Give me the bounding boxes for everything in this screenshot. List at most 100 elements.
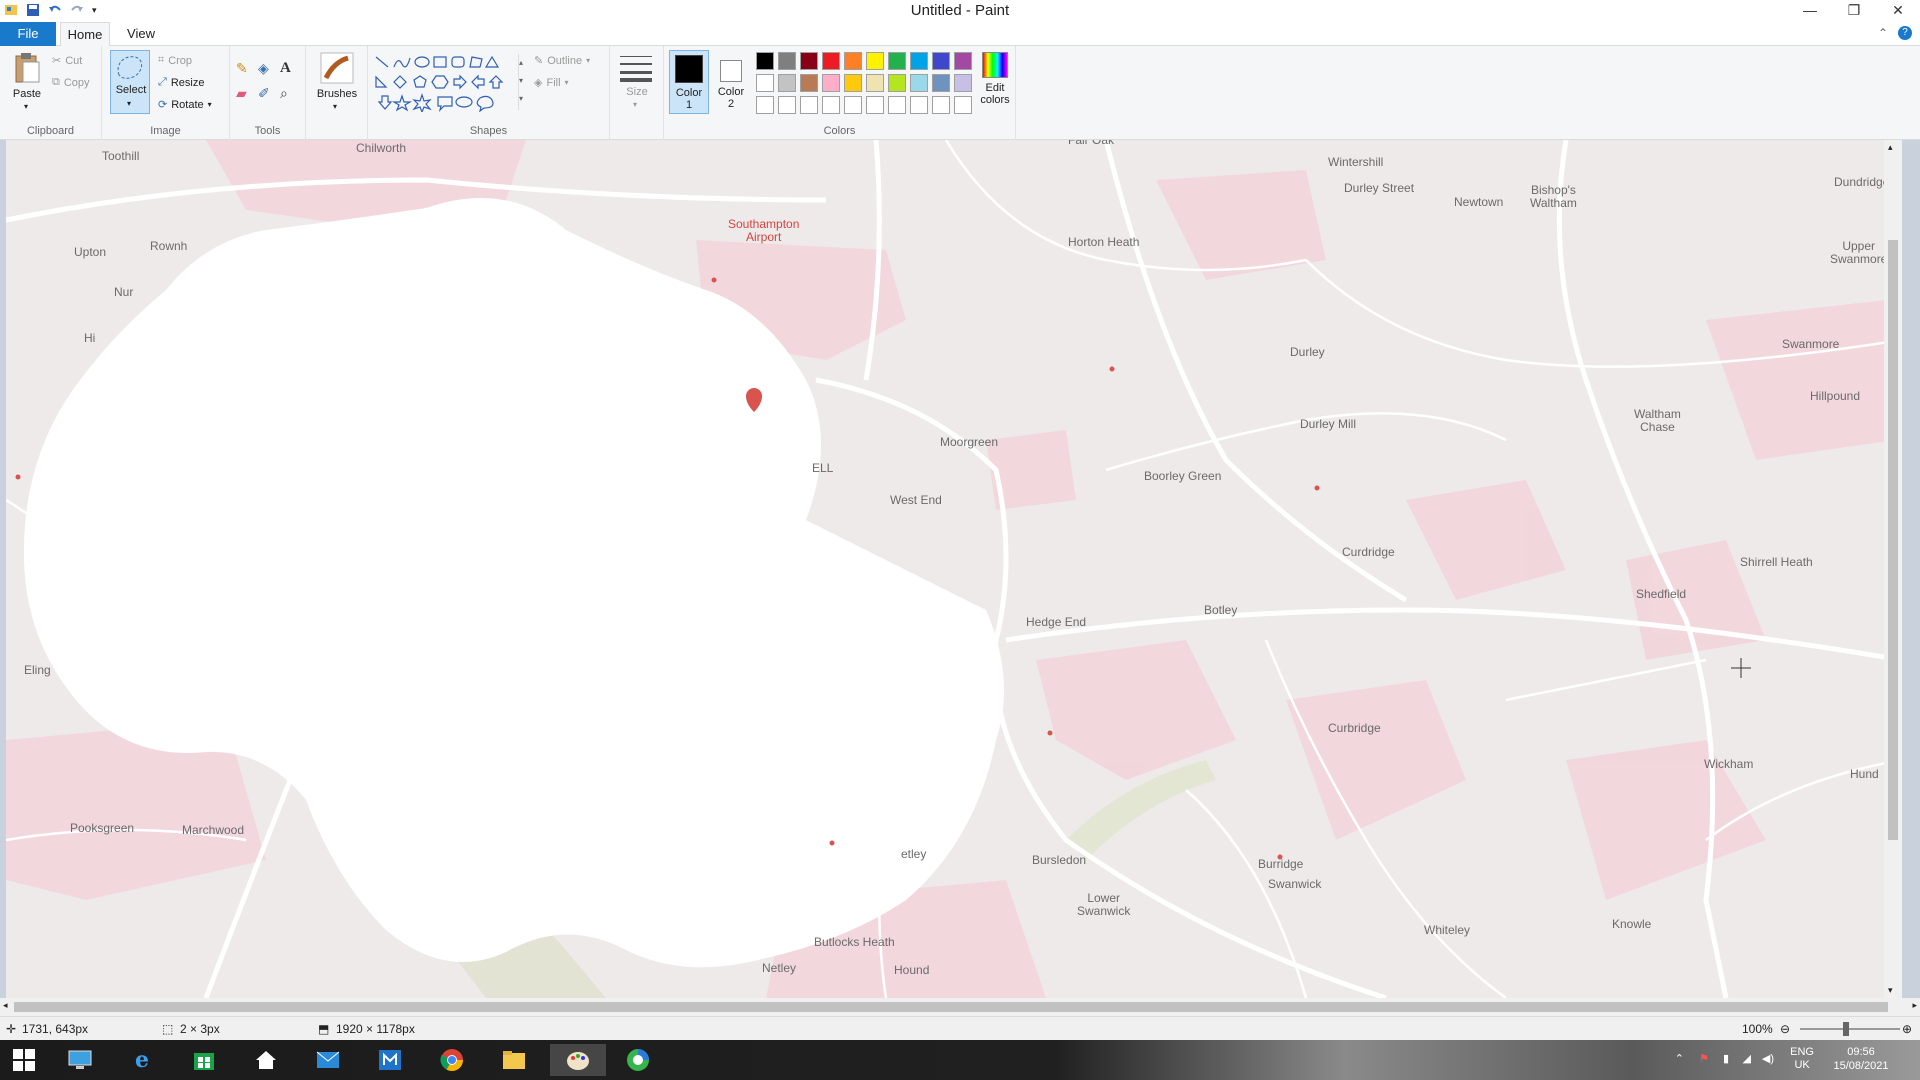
palette-swatch[interactable] bbox=[756, 74, 774, 92]
palette-swatch[interactable] bbox=[910, 96, 928, 114]
restore-button[interactable]: ❐ bbox=[1832, 0, 1876, 22]
palette-swatch[interactable] bbox=[932, 74, 950, 92]
scroll-up-icon[interactable]: ▴ bbox=[1888, 142, 1893, 153]
map-canvas[interactable]: Southampton Airport Toothill Chilworth Fai… bbox=[6, 140, 1902, 998]
scroll-left-icon[interactable]: ◂ bbox=[3, 1000, 8, 1011]
cut-button[interactable]: ✂ Cut bbox=[52, 54, 82, 68]
crop-button[interactable]: ⌗ Crop bbox=[158, 54, 192, 67]
tab-home[interactable]: Home bbox=[60, 22, 110, 47]
color2-button[interactable]: Color 2 bbox=[712, 50, 752, 114]
palette-swatch[interactable] bbox=[822, 74, 840, 92]
palette-swatch[interactable] bbox=[822, 96, 840, 114]
collapse-ribbon-icon[interactable]: ⌃ bbox=[1878, 26, 1888, 40]
home-icon[interactable] bbox=[246, 1044, 286, 1076]
palette-swatch[interactable] bbox=[954, 96, 972, 114]
this-pc-icon[interactable] bbox=[60, 1044, 100, 1076]
palette-swatch[interactable] bbox=[866, 52, 884, 70]
shapes-gallery[interactable] bbox=[372, 54, 522, 114]
paste-button[interactable]: Paste ▾ bbox=[10, 52, 44, 112]
crosshair-cursor-icon bbox=[1731, 658, 1751, 678]
palette-swatch[interactable] bbox=[756, 52, 774, 70]
palette-swatch[interactable] bbox=[756, 96, 774, 114]
volume-icon[interactable]: ◀) bbox=[1762, 1052, 1774, 1065]
clock-time[interactable]: 09:56 bbox=[1826, 1046, 1896, 1058]
vertical-scrollbar[interactable]: ▴ ▾ bbox=[1884, 140, 1902, 998]
text-icon[interactable]: A bbox=[280, 60, 302, 77]
help-icon[interactable]: ? bbox=[1898, 26, 1912, 40]
edit-colors-button[interactable]: Edit colors bbox=[974, 52, 1014, 116]
palette-swatch[interactable] bbox=[888, 74, 906, 92]
canvas-area[interactable]: Southampton Airport Toothill Chilworth Fai… bbox=[0, 140, 1920, 998]
palette-swatch[interactable] bbox=[910, 74, 928, 92]
wifi-icon[interactable]: ◢ bbox=[1743, 1052, 1751, 1065]
outline-button[interactable]: ✎ Outline ▾ bbox=[534, 54, 590, 68]
zoom-out-icon[interactable]: ⊖ bbox=[1780, 1022, 1790, 1036]
fill-icon[interactable]: ◈ bbox=[258, 60, 280, 77]
brushes-button[interactable]: Brushes ▾ bbox=[314, 52, 360, 112]
fill-button[interactable]: ◈ Fill ▾ bbox=[534, 76, 569, 90]
palette-swatch[interactable] bbox=[778, 52, 796, 70]
tab-file[interactable]: File bbox=[0, 22, 56, 46]
store-icon[interactable] bbox=[184, 1044, 224, 1076]
zoom-slider-thumb[interactable] bbox=[1843, 1022, 1849, 1036]
palette-swatch[interactable] bbox=[954, 74, 972, 92]
close-button[interactable]: ✕ bbox=[1876, 0, 1920, 22]
minimize-button[interactable]: — bbox=[1788, 0, 1832, 22]
palette-swatch[interactable] bbox=[866, 74, 884, 92]
select-button[interactable]: Select ▾ bbox=[110, 50, 150, 114]
scroll-down-icon[interactable]: ▾ bbox=[1888, 985, 1893, 996]
show-desktop-button[interactable] bbox=[1908, 1044, 1914, 1076]
mail-icon[interactable] bbox=[308, 1044, 348, 1076]
map-place-label: Eling bbox=[24, 663, 51, 677]
palette-swatch[interactable] bbox=[800, 96, 818, 114]
palette-swatch[interactable] bbox=[932, 52, 950, 70]
remote-desktop-icon[interactable] bbox=[370, 1044, 410, 1076]
palette-swatch[interactable] bbox=[888, 52, 906, 70]
network-warning-icon[interactable]: ⚑ bbox=[1699, 1052, 1709, 1065]
map-place-label: Knowle bbox=[1612, 917, 1652, 931]
battery-icon[interactable]: ▮ bbox=[1723, 1052, 1729, 1065]
size-button[interactable]: Size ▾ bbox=[620, 54, 654, 110]
clock-date[interactable]: 15/08/2021 bbox=[1826, 1060, 1896, 1072]
palette-swatch[interactable] bbox=[778, 74, 796, 92]
pencil-icon[interactable]: ✎ bbox=[236, 60, 258, 77]
palette-swatch[interactable] bbox=[800, 74, 818, 92]
map-place-label: Hi bbox=[84, 331, 96, 345]
copy-button[interactable]: ⧉ Copy bbox=[52, 76, 90, 89]
palette-swatch[interactable] bbox=[888, 96, 906, 114]
color-picker-icon[interactable]: ✐ bbox=[258, 85, 280, 102]
vertical-scroll-thumb[interactable] bbox=[1888, 240, 1898, 840]
map-place-label: Waltham Chase bbox=[1634, 407, 1681, 434]
language-indicator[interactable]: ENG UK bbox=[1790, 1046, 1814, 1072]
tab-view[interactable]: View bbox=[120, 22, 162, 46]
palette-swatch[interactable] bbox=[800, 52, 818, 70]
palette-swatch[interactable] bbox=[866, 96, 884, 114]
paint-icon[interactable] bbox=[550, 1044, 606, 1076]
palette-swatch[interactable] bbox=[844, 96, 862, 114]
palette-swatch[interactable] bbox=[844, 74, 862, 92]
palette-swatch[interactable] bbox=[932, 96, 950, 114]
edge-icon[interactable] bbox=[618, 1044, 658, 1076]
zoom-in-icon[interactable]: ⊕ bbox=[1902, 1022, 1912, 1036]
chrome-icon[interactable] bbox=[432, 1044, 472, 1076]
horizontal-scroll-thumb[interactable] bbox=[14, 1002, 1888, 1012]
map-place-label: Bishop's Waltham bbox=[1530, 183, 1577, 210]
show-hidden-icons-icon[interactable]: ⌃ bbox=[1675, 1052, 1684, 1065]
map-place-label: Upper Swanmore bbox=[1830, 239, 1888, 266]
rotate-button[interactable]: ⟳ Rotate ▾ bbox=[158, 98, 212, 112]
horizontal-scrollbar[interactable]: ◂ ▸ bbox=[0, 998, 1920, 1016]
palette-swatch[interactable] bbox=[822, 52, 840, 70]
palette-swatch[interactable] bbox=[844, 52, 862, 70]
palette-swatch[interactable] bbox=[778, 96, 796, 114]
palette-swatch[interactable] bbox=[910, 52, 928, 70]
zoom-slider[interactable] bbox=[1800, 1028, 1900, 1030]
internet-explorer-icon[interactable]: e bbox=[122, 1044, 162, 1076]
color1-button[interactable]: Color 1 bbox=[669, 50, 709, 114]
start-icon[interactable] bbox=[4, 1044, 44, 1076]
palette-swatch[interactable] bbox=[954, 52, 972, 70]
scroll-right-icon[interactable]: ▸ bbox=[1912, 1000, 1917, 1011]
eraser-icon[interactable]: ▰ bbox=[236, 85, 258, 102]
magnifier-icon[interactable]: ⌕ bbox=[280, 85, 302, 102]
resize-button[interactable]: ⤢ Resize bbox=[158, 76, 204, 89]
file-explorer-icon[interactable] bbox=[494, 1044, 534, 1076]
